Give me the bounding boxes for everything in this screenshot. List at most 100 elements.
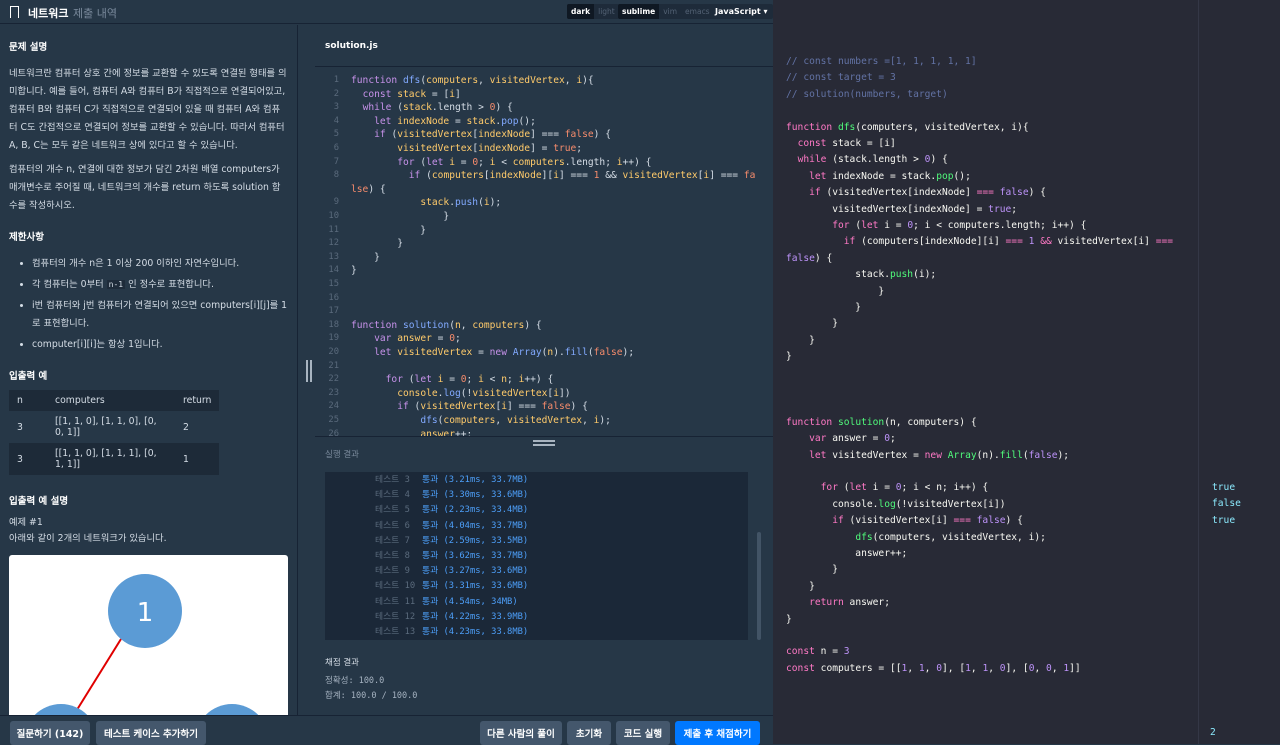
table-row: 3 [[1, 1, 0], [1, 1, 0], [0, 0, 1]] 2 xyxy=(9,411,220,443)
result-row: 테스트 4 통과 (3.30ms, 33.6MB) xyxy=(325,487,748,502)
result-status: 통과 (3.31ms, 33.6MB) xyxy=(422,581,529,592)
result-test-name: 테스트 13 xyxy=(375,627,416,637)
limit-item: 각 컴퓨터는 0부터 n-1 인 정수로 표현합니다. xyxy=(32,276,288,294)
keymap-emacs-option[interactable]: emacs xyxy=(681,4,714,19)
graph-edge xyxy=(74,638,122,714)
table-header: n xyxy=(17,395,23,406)
example-title: 예제 #1 xyxy=(9,517,43,528)
table-cell: 3 xyxy=(17,453,23,465)
result-test-name: 테스트 7 xyxy=(375,535,410,546)
console-output-line: true xyxy=(1212,482,1236,493)
table-cell: 2 xyxy=(183,421,189,433)
result-status: 통과 (2.23ms, 33.4MB) xyxy=(422,505,529,516)
reset-button[interactable]: 초기화 xyxy=(567,721,611,745)
theme-dark-option[interactable]: dark xyxy=(567,4,595,19)
secondary-code-window[interactable]: // const numbers =[1, 1, 1, 1, 1] // con… xyxy=(773,0,1280,744)
section-title-io: 입출력 예 xyxy=(9,371,48,382)
section-title-description: 문제 설명 xyxy=(9,42,48,53)
result-row: 테스트 13 통과 (4.23ms, 33.8MB) xyxy=(325,624,748,639)
result-row: 테스트 9 통과 (3.27ms, 33.6MB) xyxy=(325,563,748,578)
table-header-row: n computers return xyxy=(9,390,220,411)
section-title-io-desc: 입출력 예 설명 xyxy=(9,496,69,507)
result-row: 테스트 10 통과 (3.31ms, 33.6MB) xyxy=(325,578,748,593)
keymap-vim-option[interactable]: vim xyxy=(659,4,681,19)
results-scrollbar[interactable] xyxy=(757,532,761,640)
result-row: 테스트 6 통과 (4.04ms, 33.7MB) xyxy=(325,518,748,533)
result-test-name: 테스트 4 xyxy=(375,490,410,501)
console-output-line: false xyxy=(1212,498,1241,510)
network-diagram: 1 2 3 xyxy=(9,555,288,715)
result-test-name: 테스트 5 xyxy=(375,505,410,516)
description-paragraph: 컴퓨터의 개수 n, 연결에 대한 정보가 담긴 2차원 배열 computer… xyxy=(9,164,281,211)
keymap-sublime-option[interactable]: sublime xyxy=(618,4,660,19)
add-testcase-button[interactable]: 테스트 케이스 추가하기 xyxy=(96,721,206,745)
result-test-name: 테스트 10 xyxy=(375,581,416,592)
grade-title: 채점 결과 xyxy=(325,658,359,668)
result-status: 통과 (3.21ms, 33.7MB) xyxy=(422,475,529,485)
result-row: 테스트 7 통과 (2.59ms, 33.5MB) xyxy=(325,533,748,548)
result-row: 테스트 11 통과 (4.54ms, 34MB) xyxy=(325,594,748,609)
table-cell: 3 xyxy=(17,421,23,433)
total-score: 합계: 100.0 / 100.0 xyxy=(325,691,418,701)
graph-node-3 xyxy=(205,704,259,715)
limits-list: 컴퓨터의 개수 n은 1 이상 200 이하인 자연수입니다. 각 컴퓨터는 0… xyxy=(21,255,288,354)
limit-text: 인 정수로 표현합니다. xyxy=(125,279,214,290)
editor-result-splitter[interactable] xyxy=(315,436,773,448)
result-test-name: 테스트 6 xyxy=(375,520,410,531)
table-row: 3 [[1, 1, 0], [1, 1, 1], [0, 1, 1]] 1 xyxy=(9,443,220,475)
table-cell: 1 xyxy=(183,453,189,465)
result-status: 통과 (3.27ms, 33.6MB) xyxy=(422,566,529,577)
output-divider xyxy=(1198,0,1199,744)
result-row: 테스트 12 통과 (4.22ms, 33.9MB) xyxy=(325,609,748,624)
table-cell: [[1, 1, 0], [1, 1, 1], [0, 1, 1]] xyxy=(55,448,157,470)
pane-splitter[interactable] xyxy=(305,360,313,384)
language-select[interactable]: JavaScript ▾ xyxy=(710,4,773,19)
result-row: 테스트 5 통과 (2.23ms, 33.4MB) xyxy=(325,502,748,517)
problem-header: 네트워크 제출 내역 dark light sublime vim emacs … xyxy=(0,0,773,24)
theme-toggle: dark light xyxy=(567,4,619,19)
result-status: 통과 (4.54ms, 34MB) xyxy=(422,596,518,607)
tab-problem[interactable]: 네트워크 xyxy=(28,5,68,21)
result-row: 테스트 3 통과 (3.21ms, 33.7MB) xyxy=(325,472,748,487)
results-pane: 실행 결과 테스트 3 통과 (3.21ms, 33.7MB) 테스트 4 통과 (3… xyxy=(315,448,773,714)
result-status: 통과 (4.04ms, 33.7MB) xyxy=(422,520,529,531)
result-test-name: 테스트 3 xyxy=(375,475,410,485)
result-test-name: 테스트 9 xyxy=(375,566,410,577)
console-output-line: true xyxy=(1212,514,1236,526)
editor-header: solution.js xyxy=(315,25,773,67)
console-return-value: 2 xyxy=(1210,727,1216,738)
others-solutions-button[interactable]: 다른 사람의 풀이 xyxy=(480,721,562,745)
keymap-toggle: sublime vim emacs xyxy=(618,4,714,19)
editor-filename: solution.js xyxy=(325,41,378,51)
result-status: 통과 (4.23ms, 33.8MB) xyxy=(422,627,529,637)
results-title: 실행 결과 xyxy=(325,450,359,460)
bookmark-icon[interactable] xyxy=(10,6,19,21)
table-header: computers xyxy=(55,395,105,406)
table-cell: [[1, 1, 0], [1, 1, 0], [0, 0, 1]] xyxy=(55,416,157,438)
code-editor[interactable]: 1 function dfs(computers, visitedVertex, … xyxy=(315,68,773,436)
limit-item: 컴퓨터의 개수 n은 1 이상 200 이하인 자연수입니다. xyxy=(32,255,288,273)
graph-node-label: 1 xyxy=(137,598,154,628)
accuracy-text: 정확성: 100.0 xyxy=(325,676,385,686)
question-button[interactable]: 질문하기 (142) xyxy=(10,721,90,745)
result-status: 통과 (3.62ms, 33.7MB) xyxy=(422,551,529,561)
section-title-limits: 제한사항 xyxy=(9,232,44,243)
result-status: 통과 (2.59ms, 33.5MB) xyxy=(422,535,529,546)
description-paragraph: 네트워크란 컴퓨터 상호 간에 정보를 교환할 수 있도록 연결된 형태를 의미… xyxy=(9,68,287,151)
example-text: 아래와 같이 2개의 네트워크가 있습니다. xyxy=(9,533,167,544)
run-code-button[interactable]: 코드 실행 xyxy=(616,721,670,745)
language-label: JavaScript xyxy=(715,7,761,16)
limit-item: i번 컴퓨터와 j번 컴퓨터가 연결되어 있으면 computers[i][j]… xyxy=(32,297,288,333)
tab-submissions[interactable]: 제출 내역 xyxy=(73,5,117,21)
theme-light-option[interactable]: light xyxy=(594,4,619,19)
result-test-name: 테스트 8 xyxy=(375,551,410,561)
result-status: 통과 (4.22ms, 33.9MB) xyxy=(422,611,529,622)
problem-pane: 문제 설명 네트워크란 컴퓨터 상호 간에 정보를 교환할 수 있도록 연결된 … xyxy=(0,25,298,715)
limit-item: computer[i][i]는 항상 1입니다. xyxy=(32,336,288,354)
results-list: 테스트 3 통과 (3.21ms, 33.7MB) 테스트 4 통과 (3.30ms,… xyxy=(325,472,748,640)
table-header: return xyxy=(183,395,212,406)
result-test-name: 테스트 11 xyxy=(375,596,416,607)
caret-down-icon: ▾ xyxy=(763,7,768,16)
limit-text: 각 컴퓨터는 0부터 xyxy=(32,279,107,290)
submit-button[interactable]: 제출 후 채점하기 xyxy=(675,721,760,745)
